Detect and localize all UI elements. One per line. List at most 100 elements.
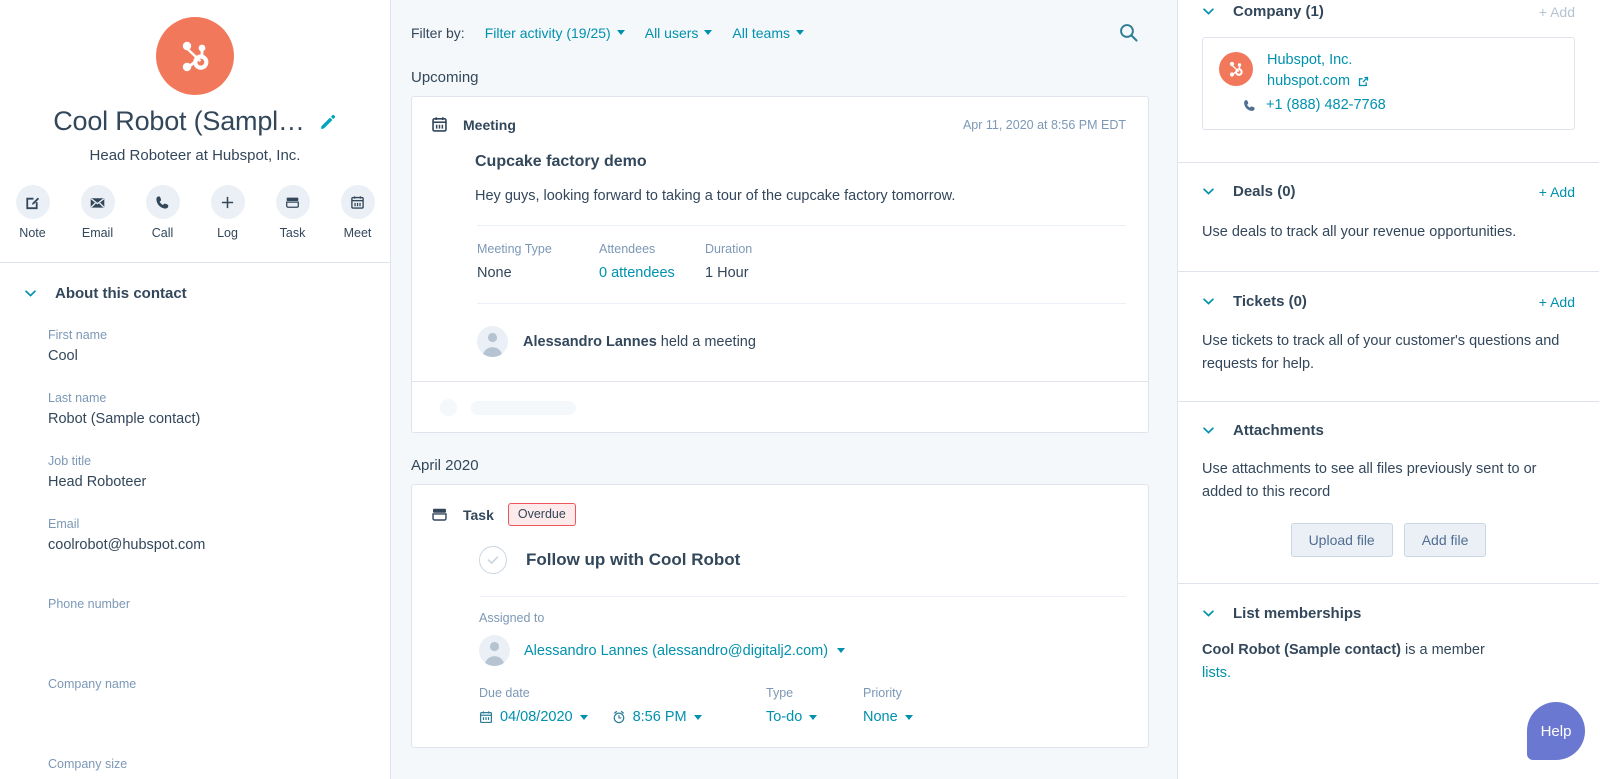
property-first-name: First name Cool xyxy=(48,328,390,365)
company-card[interactable]: Hubspot, Inc. hubspot.com +1 (888) 482-7… xyxy=(1202,37,1575,130)
left-sidebar: Cool Robot (Sampl… Head Roboteer at Hubs… xyxy=(0,0,391,779)
type-dropdown[interactable]: To-do xyxy=(766,709,863,725)
chevron-down-icon[interactable] xyxy=(1202,607,1215,620)
meeting-body: Hey guys, looking forward to taking a to… xyxy=(475,188,956,204)
attachments-panel-title: Attachments xyxy=(1233,422,1324,440)
about-section-header[interactable]: About this contact xyxy=(0,263,390,302)
meeting-attribution-text: Alessandro Lannes held a meeting xyxy=(523,334,756,350)
quick-actions: Note Email Call Log Task Meet xyxy=(0,185,390,240)
meta-value-attendees-link[interactable]: 0 attendees xyxy=(599,265,705,281)
action-call[interactable]: Call xyxy=(138,185,187,240)
chevron-down-icon[interactable] xyxy=(579,714,588,720)
property-value[interactable] xyxy=(48,697,390,731)
contact-avatar-hubspot-logo-icon xyxy=(156,17,234,95)
company-phone-link[interactable]: +1 (888) 482-7768 xyxy=(1242,97,1386,113)
action-call-label: Call xyxy=(151,226,174,240)
task-complete-checkbox[interactable] xyxy=(479,546,507,574)
assignee-dropdown[interactable]: Alessandro Lannes (alessandro@digitalj2.… xyxy=(524,642,846,659)
chevron-down-icon xyxy=(616,30,625,35)
search-icon[interactable] xyxy=(1118,22,1147,43)
company-name-link[interactable]: Hubspot, Inc. xyxy=(1267,52,1386,68)
contact-identity: Cool Robot (Sampl… Head Roboteer at Hubs… xyxy=(0,0,390,240)
action-meet-label: Meet xyxy=(343,226,372,240)
property-email: Email coolrobot@hubspot.com xyxy=(48,517,390,571)
company-add-button[interactable]: + Add xyxy=(1539,4,1575,20)
property-value[interactable]: coolrobot@hubspot.com xyxy=(48,537,390,571)
add-file-button[interactable]: Add file xyxy=(1403,523,1487,558)
action-task[interactable]: Task xyxy=(268,185,317,240)
status-badge: Overdue xyxy=(507,503,576,526)
deals-add-button[interactable]: + Add xyxy=(1539,184,1575,200)
filter-activity-dropdown[interactable]: Filter activity (19/25) xyxy=(485,25,625,41)
assignee-label: Alessandro Lannes (alessandro@digitalj2.… xyxy=(524,642,829,659)
help-button[interactable]: Help xyxy=(1527,702,1585,760)
action-log[interactable]: Log xyxy=(203,185,252,240)
calendar-icon xyxy=(430,115,449,134)
task-fields-row: Due date 04/08/2020 8:56 PM Type To-do P… xyxy=(412,686,1148,747)
priority-value: None xyxy=(863,709,898,725)
tickets-panel: Tickets (0) + Add Use tickets to track a… xyxy=(1178,272,1599,403)
property-value[interactable]: Head Roboteer xyxy=(48,474,390,491)
page-title: Cool Robot (Sampl… xyxy=(53,106,305,136)
list-memberships-link[interactable]: lists. xyxy=(1202,665,1231,681)
action-note-label: Note xyxy=(19,226,46,240)
company-domain-link[interactable]: hubspot.com xyxy=(1267,73,1370,89)
meeting-meta-type: Meeting Type None xyxy=(477,242,599,281)
about-section-title: About this contact xyxy=(55,285,187,302)
task-kind-label: Task xyxy=(463,506,494,523)
property-value[interactable]: Cool xyxy=(48,348,390,365)
avatar xyxy=(479,635,510,666)
deals-panel: Deals (0) + Add Use deals to track all y… xyxy=(1178,163,1599,273)
activity-timeline-column: Filter by: Filter activity (19/25) All u… xyxy=(391,0,1178,779)
property-label: Phone number xyxy=(48,597,131,611)
property-company-size: Company size xyxy=(48,757,390,779)
chevron-down-icon[interactable] xyxy=(1202,185,1215,198)
action-email[interactable]: Email xyxy=(73,185,122,240)
month-heading: April 2020 xyxy=(411,457,479,474)
action-email-label: Email xyxy=(81,226,114,240)
property-phone-number: Phone number xyxy=(48,597,390,651)
due-date-label: Due date xyxy=(479,686,530,700)
task-due-date-field: Due date 04/08/2020 8:56 PM xyxy=(479,686,766,725)
meta-value: 1 Hour xyxy=(705,265,749,281)
all-users-dropdown[interactable]: All users xyxy=(645,25,713,41)
task-icon xyxy=(430,505,449,524)
attribution-action: held a meeting xyxy=(660,333,756,350)
edit-name-pencil-icon[interactable] xyxy=(319,113,337,131)
chevron-down-icon[interactable] xyxy=(1202,424,1215,437)
chevron-down-icon[interactable] xyxy=(24,287,37,300)
property-company-name: Company name xyxy=(48,677,390,731)
chevron-down-icon[interactable] xyxy=(693,714,702,720)
task-icon xyxy=(275,185,310,219)
company-logo-hubspot-icon xyxy=(1219,52,1253,86)
property-job-title: Job title Head Roboteer xyxy=(48,454,390,491)
company-panel: Company (1) + Add Hubspot, Inc. hubspot.… xyxy=(1178,0,1599,163)
task-type-field: Type To-do xyxy=(766,686,863,725)
chevron-down-icon xyxy=(809,714,818,720)
attachments-buttons: Upload file Add file xyxy=(1202,523,1575,558)
upload-file-button[interactable]: Upload file xyxy=(1290,523,1393,558)
task-title-row: Follow up with Cool Robot xyxy=(412,526,1148,574)
action-note[interactable]: Note xyxy=(8,185,57,240)
about-properties: First name Cool Last name Robot (Sample … xyxy=(0,302,390,779)
due-date-value[interactable]: 04/08/2020 xyxy=(500,709,573,725)
envelope-icon xyxy=(80,185,115,219)
task-card-header: Task Overdue xyxy=(412,485,1148,526)
alarm-clock-icon xyxy=(612,710,626,724)
contact-subtitle: Head Roboteer at Hubspot, Inc. xyxy=(89,147,301,164)
chevron-down-icon[interactable] xyxy=(1202,295,1215,308)
due-time-value[interactable]: 8:56 PM xyxy=(633,709,687,725)
all-teams-dropdown[interactable]: All teams xyxy=(732,25,804,41)
property-value[interactable] xyxy=(48,617,390,651)
tickets-add-button[interactable]: + Add xyxy=(1539,294,1575,310)
company-domain-text: hubspot.com xyxy=(1267,73,1351,89)
task-activity-card[interactable]: Task Overdue Follow up with Cool Robot A… xyxy=(411,484,1149,748)
meeting-card-header: Meeting Apr 11, 2020 at 8:56 PM EDT xyxy=(412,97,1148,134)
meeting-activity-card[interactable]: Meeting Apr 11, 2020 at 8:56 PM EDT Cupc… xyxy=(411,96,1149,433)
priority-dropdown[interactable]: None xyxy=(863,709,913,725)
action-meet[interactable]: Meet xyxy=(333,185,382,240)
chevron-down-icon[interactable] xyxy=(1202,5,1215,18)
action-task-label: Task xyxy=(279,226,306,240)
property-label: Email xyxy=(48,517,80,531)
property-value[interactable]: Robot (Sample contact) xyxy=(48,411,390,428)
